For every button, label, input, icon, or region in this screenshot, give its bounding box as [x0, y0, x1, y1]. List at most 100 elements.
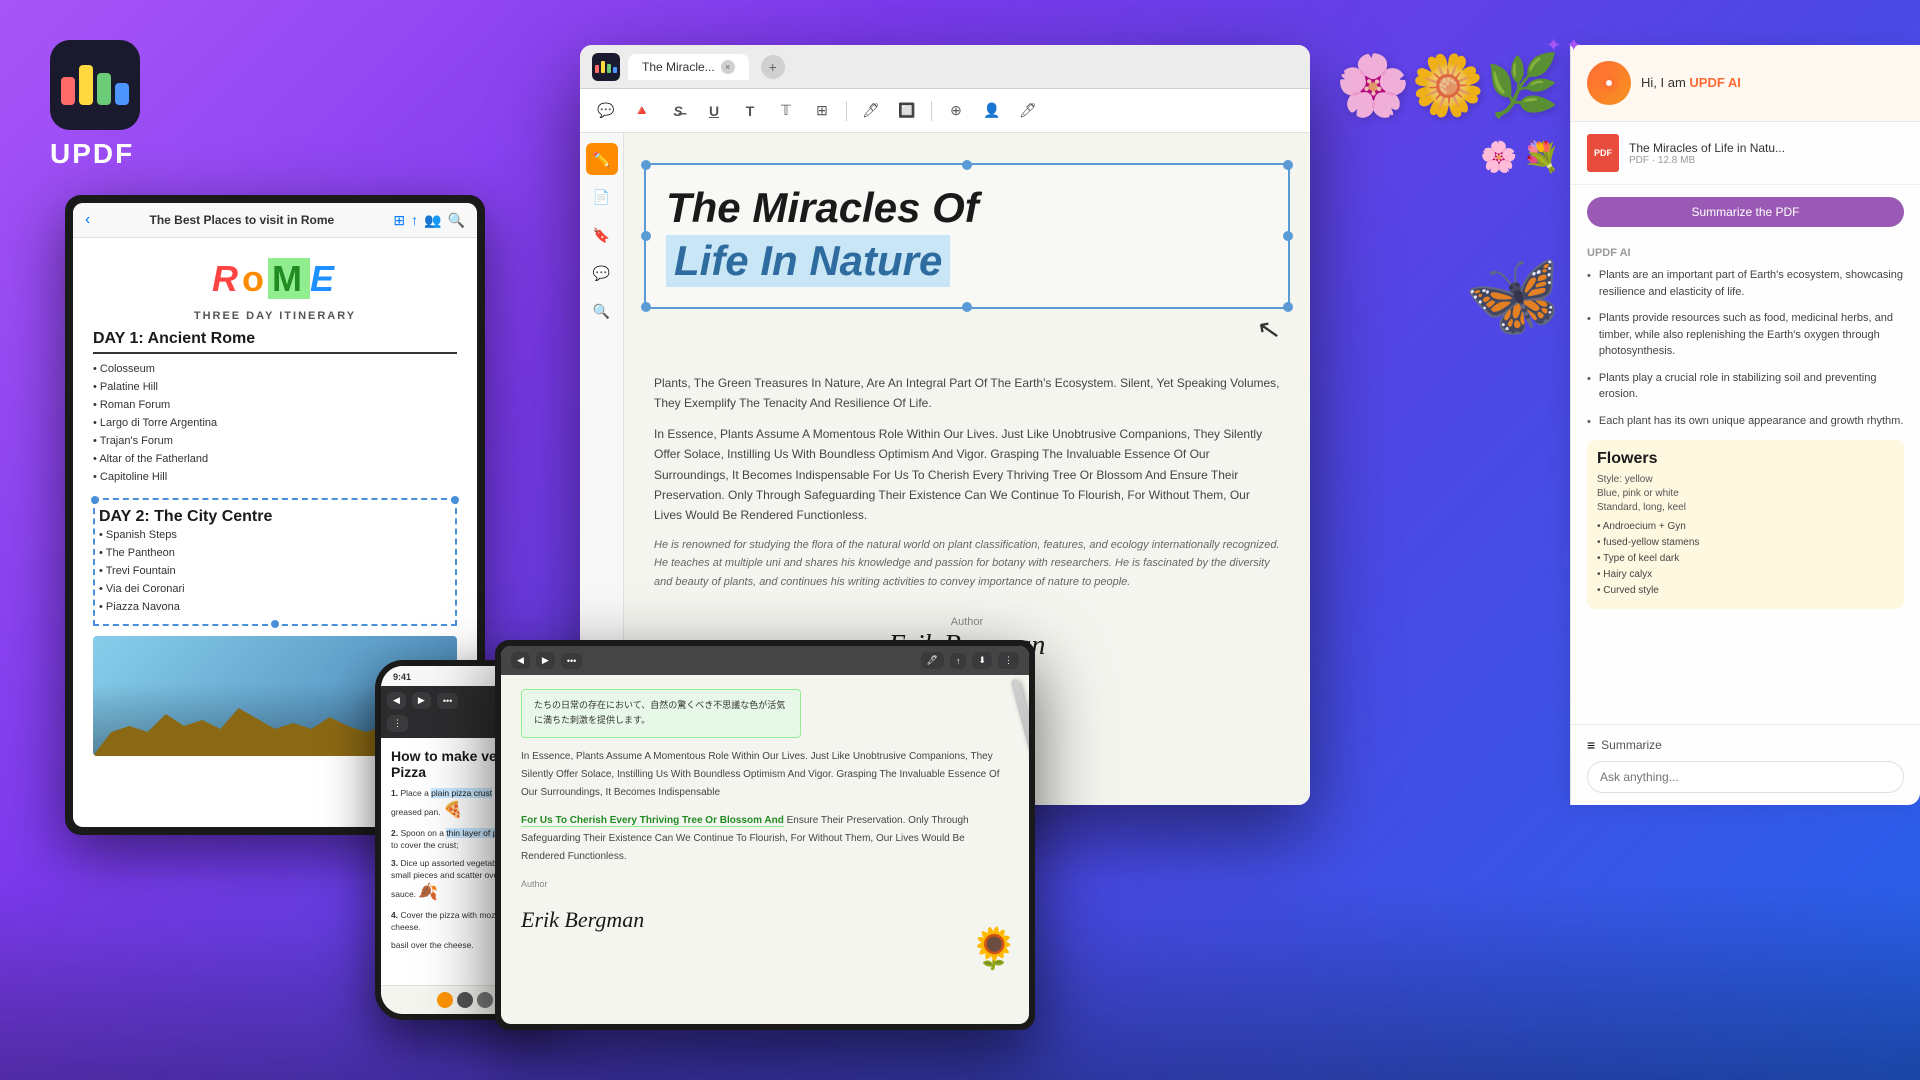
summarize-bottom: ≡ Summarize	[1587, 737, 1904, 753]
text-icon[interactable]: T	[736, 97, 764, 125]
floral-decoration: 🌸🌼🌿	[1336, 50, 1560, 121]
wave1	[61, 77, 75, 105]
pdf-tab[interactable]: The Miracle... ×	[628, 54, 749, 80]
tab-close-button[interactable]: ×	[721, 60, 735, 74]
app-name: UPDF	[50, 138, 140, 170]
list-item: Colosseum	[93, 360, 457, 378]
green-highlighted-text: For Us To Cherish Every Thriving Tree Or…	[521, 815, 784, 827]
ipad-tool-share[interactable]: ↑	[950, 653, 967, 669]
updf-logo-small	[592, 53, 620, 81]
rome-letters: RoME	[212, 258, 338, 299]
ipad-tool-more[interactable]: ⋮	[998, 652, 1019, 669]
sign-icon[interactable]: 🖊	[1014, 97, 1042, 125]
flowers-notes: • Androecium + Gyn • fused-yellow stamen…	[1597, 519, 1894, 599]
list-item: Palatine Hill	[93, 378, 457, 396]
tool-dot-2[interactable]	[457, 992, 473, 1008]
ai-point-4: Each plant has its own unique appearance…	[1587, 413, 1904, 431]
ai-summary-points: Plants are an important part of Earth's …	[1571, 267, 1920, 724]
pdf-toolbar: 💬 🔺 S̶ U T 𝕋 ⊞ 🖊 🔲 ⊕ 👤 🖊	[580, 89, 1310, 133]
tablet-grid-icon[interactable]: ⊞	[393, 212, 405, 229]
tablet-search-icon[interactable]: 🔍	[448, 212, 465, 229]
tool-dot-3[interactable]	[477, 992, 493, 1008]
rome-logo: RoME	[93, 258, 457, 300]
sidebar-tool-search[interactable]: 🔍	[586, 295, 618, 327]
list-item: Roman Forum	[93, 396, 457, 414]
comment-icon[interactable]: 💬	[592, 97, 620, 125]
tablet-share-icon[interactable]: ↑	[411, 212, 418, 229]
sel-handle[interactable]	[91, 496, 99, 504]
stamp-icon[interactable]: 🔲	[893, 97, 921, 125]
flowers-section: Flowers Style: yellow Blue, pink or whit…	[1587, 440, 1904, 609]
flowers-header: Flowers	[1597, 450, 1894, 468]
list-item: Capitoline Hill	[93, 468, 457, 486]
underline-icon[interactable]: U	[700, 97, 728, 125]
ipad-author-area: Author Erik Bergman	[521, 876, 1009, 938]
ipad-tool-pen[interactable]: 🖊	[921, 652, 944, 669]
ai-doc-reference: PDF The Miracles of Life in Natu... PDF …	[1571, 122, 1920, 185]
author-label: Author	[951, 616, 983, 628]
sidebar-tool-pages[interactable]: 📄	[586, 181, 618, 213]
tablet-people-icon[interactable]: 👥	[424, 212, 441, 229]
sel-handle[interactable]	[451, 496, 459, 504]
handle-bm[interactable]	[962, 302, 972, 312]
day1-list: Colosseum Palatine Hill Roman Forum Larg…	[93, 360, 457, 486]
ipad-tool-menu[interactable]: •••	[561, 653, 582, 669]
day1-header: DAY 1: Ancient Rome	[93, 330, 457, 354]
style-yellow: Style: yellow	[1597, 474, 1894, 485]
logo-icon	[50, 40, 140, 130]
doc-ref-info: The Miracles of Life in Natu... PDF · 12…	[1629, 141, 1904, 166]
ai-point-1: Plants are an important part of Earth's …	[1587, 267, 1904, 300]
ipad-tool-forward[interactable]: ▶	[536, 652, 555, 669]
ipad-device: ◀ ▶ ••• 🖊 ↑ ⬇ ⋮ たちの日常の存在において、自然の驚くべき不思議な…	[495, 640, 1035, 1030]
shape-icon[interactable]: 🔺	[628, 97, 656, 125]
sidebar-tool-edit[interactable]: ✏️	[586, 143, 618, 175]
handle-tr[interactable]	[1283, 160, 1293, 170]
ipad-author-name: Erik Bergman	[521, 901, 1009, 938]
phone-tool-forward[interactable]: ▶	[412, 692, 431, 709]
ipad-content: たちの日常の存在において、自然の驚くべき不思議な色が活気に満ちた刺激を提供します…	[501, 675, 1029, 993]
handle-tl[interactable]	[641, 160, 651, 170]
ipad-screen: ◀ ▶ ••• 🖊 ↑ ⬇ ⋮ たちの日常の存在において、自然の驚くべき不思議な…	[501, 646, 1029, 1024]
doc-ref-name: The Miracles of Life in Natu...	[1629, 141, 1904, 155]
target-icon[interactable]: ⊕	[942, 97, 970, 125]
table-icon[interactable]: ⊞	[808, 97, 836, 125]
phone-tool-menu[interactable]: •••	[437, 693, 458, 709]
tablet-back-button[interactable]: ‹	[85, 211, 90, 229]
handle-br[interactable]	[1283, 302, 1293, 312]
phone-tool-back[interactable]: ◀	[387, 692, 406, 709]
tool-dot-1[interactable]	[437, 992, 453, 1008]
day2-header: DAY 2: The City Centre	[99, 508, 451, 526]
style-blue: Blue, pink or white	[1597, 488, 1894, 499]
body-paragraph3: He is renowned for studying the flora of…	[654, 536, 1280, 592]
sidebar-tool-bookmark[interactable]: 🔖	[586, 219, 618, 251]
ipad-green-text: For Us To Cherish Every Thriving Tree Or…	[521, 812, 1009, 866]
sel-handle[interactable]	[271, 620, 279, 628]
sidebar-tool-comments[interactable]: 💬	[586, 257, 618, 289]
tab-name: The Miracle...	[642, 60, 715, 74]
handle-bl[interactable]	[641, 302, 651, 312]
phone-tool-more[interactable]: ⋮	[387, 715, 408, 732]
ipad-tool-back[interactable]: ◀	[511, 652, 530, 669]
ai-avatar	[1587, 61, 1631, 105]
phone-time: 9:41	[393, 672, 411, 682]
ipad-toolbar: ◀ ▶ ••• 🖊 ↑ ⬇ ⋮	[501, 646, 1029, 675]
handle-ml[interactable]	[641, 231, 651, 241]
text-box-icon[interactable]: 𝕋	[772, 97, 800, 125]
flowers-decoration: 🌸💐	[1480, 140, 1560, 175]
ipad-tool-download[interactable]: ⬇	[972, 652, 992, 669]
summarize-pdf-button[interactable]: Summarize the PDF	[1587, 197, 1904, 227]
ipad-author-label: Author	[521, 879, 548, 889]
ask-input[interactable]	[1587, 761, 1904, 793]
ipad-main-text-1: In Essence, Plants Assume A Momentous Ro…	[521, 748, 1009, 802]
handle-mr[interactable]	[1283, 231, 1293, 241]
user-icon[interactable]: 👤	[978, 97, 1006, 125]
doc-title-line1: The Miracles Of	[666, 185, 1268, 231]
ai-greeting-text: Hi, I am UPDF AI	[1641, 74, 1741, 92]
list-item: Altar of the Fatherland	[93, 450, 457, 468]
tablet-icons: ⊞ ↑ 👥 🔍	[393, 212, 465, 229]
highlight-icon[interactable]: 🖊	[857, 97, 885, 125]
handle-tm[interactable]	[962, 160, 972, 170]
new-tab-button[interactable]: +	[761, 55, 785, 79]
strikethrough-icon[interactable]: S̶	[664, 97, 692, 125]
cursor-arrow: ↖	[1254, 311, 1283, 348]
